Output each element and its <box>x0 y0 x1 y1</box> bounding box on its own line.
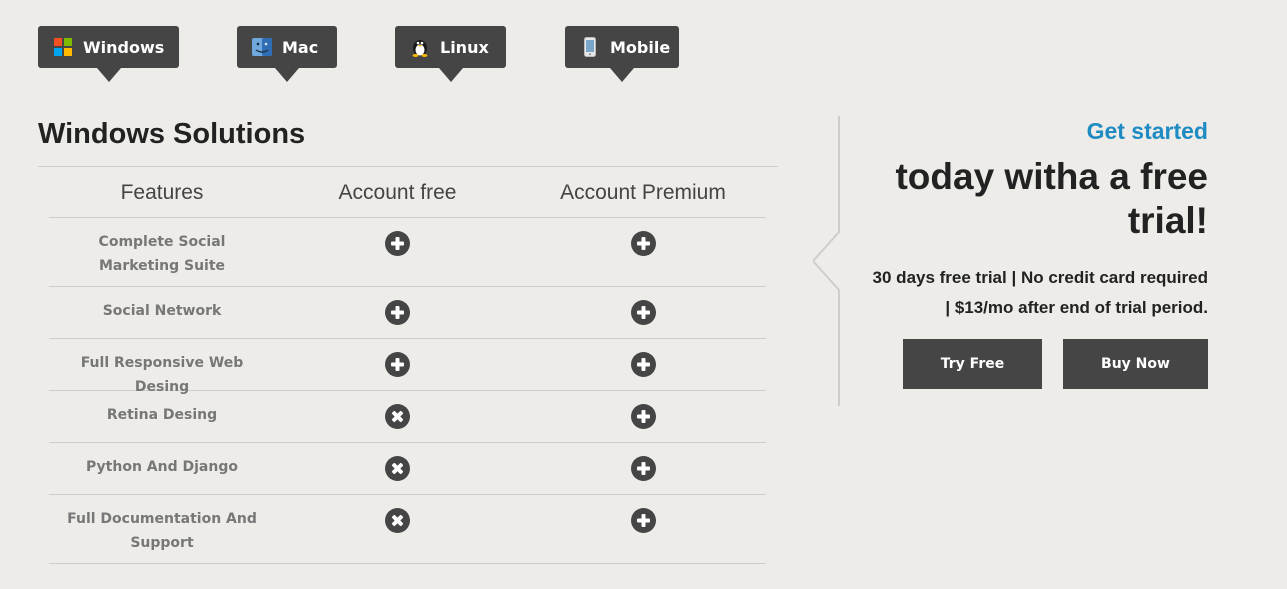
feature-name: Full Responsive Web Desing <box>80 355 244 395</box>
trial-line-2: | $13/mo after end of trial period. <box>945 298 1208 317</box>
table-row: Social Network <box>49 287 766 339</box>
windows-logo-icon <box>53 37 73 57</box>
feature-name: Retina Desing <box>106 407 218 423</box>
promo-panel: Get started today witha a free trial! 30… <box>850 116 1208 323</box>
promo-headline: today witha a free trial! <box>850 155 1208 243</box>
header-account-free: Account free <box>338 180 457 204</box>
table-row: Python And Django <box>49 443 766 495</box>
tab-mobile[interactable]: Mobile <box>565 26 679 82</box>
tab-label: Mobile <box>610 37 671 57</box>
tab-linux[interactable]: Linux <box>395 26 506 82</box>
trial-description: 30 days free trial | No credit card requ… <box>850 263 1208 323</box>
title-divider <box>38 166 778 167</box>
tab-mac[interactable]: Mac <box>237 26 337 82</box>
table-row: Full Documentation And Support <box>49 495 766 564</box>
plus-icon <box>520 218 766 286</box>
cross-icon <box>275 391 520 442</box>
plus-icon <box>520 443 766 494</box>
linux-penguin-icon <box>410 37 430 57</box>
table-header: Features Account free Account Premium <box>49 168 766 218</box>
feature-name: Full Documentation And Support <box>67 511 257 551</box>
plus-icon <box>275 339 520 390</box>
mobile-phone-icon <box>580 37 600 57</box>
plus-icon <box>520 495 766 563</box>
cross-icon <box>275 495 520 563</box>
headline-line-2: trial! <box>1127 200 1208 241</box>
header-account-premium: Account Premium <box>560 180 726 204</box>
buy-now-button[interactable]: Buy Now <box>1063 339 1208 389</box>
header-features: Features <box>120 180 204 204</box>
cross-icon <box>275 443 520 494</box>
comparison-table: Features Account free Account Premium Co… <box>49 168 766 564</box>
table-row: Full Responsive Web Desing <box>49 339 766 395</box>
feature-name: Social Network <box>102 303 222 319</box>
plus-icon <box>520 391 766 442</box>
plus-icon <box>520 287 766 338</box>
feature-name: Complete Social Marketing Suite <box>98 234 226 274</box>
section-title: Windows Solutions <box>38 118 306 150</box>
feature-name: Python And Django <box>86 459 238 475</box>
mac-finder-icon <box>252 37 272 57</box>
tab-label: Linux <box>440 37 489 57</box>
vertical-divider <box>813 116 840 406</box>
plus-icon <box>275 287 520 338</box>
tab-label: Mac <box>282 37 319 57</box>
table-row: Complete Social Marketing Suite <box>49 218 766 287</box>
plus-icon <box>520 339 766 390</box>
headline-line-1: today witha a free <box>895 156 1208 197</box>
get-started-label: Get started <box>1086 118 1208 144</box>
plus-icon <box>275 218 520 286</box>
table-row: Retina Desing <box>49 391 766 443</box>
try-free-button[interactable]: Try Free <box>903 339 1042 389</box>
tab-windows[interactable]: Windows <box>38 26 179 82</box>
trial-line-1: 30 days free trial | No credit card requ… <box>872 268 1208 287</box>
tab-label: Windows <box>83 37 165 57</box>
